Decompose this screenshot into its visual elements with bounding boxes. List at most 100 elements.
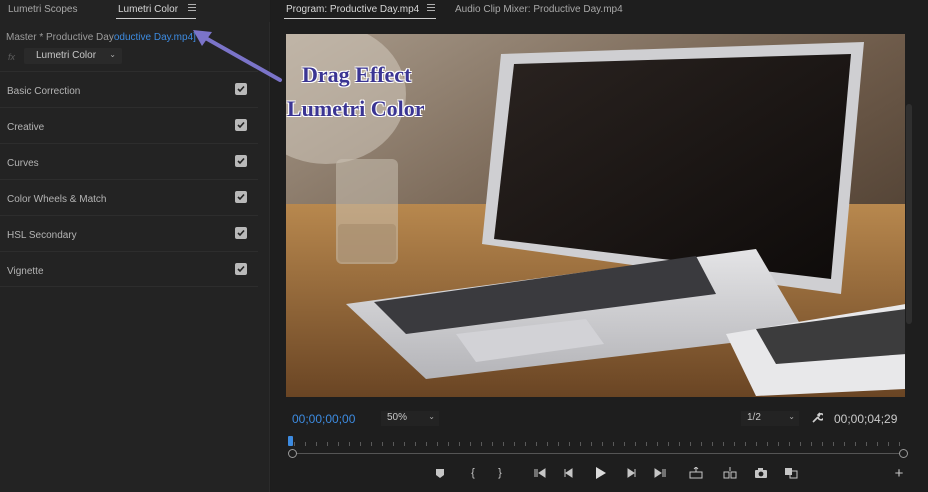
ruler-tick xyxy=(294,442,295,446)
ruler-tick xyxy=(580,442,581,446)
ruler-tick xyxy=(624,442,625,446)
ruler-tick xyxy=(492,442,493,446)
ruler-tick xyxy=(536,442,537,446)
ruler-tick xyxy=(712,442,713,446)
ruler-tick xyxy=(833,442,834,446)
ruler-tick xyxy=(349,442,350,446)
resolution-dropdown[interactable]: 1/2 ⌄ xyxy=(741,411,799,426)
ruler-tick xyxy=(613,442,614,446)
enable-checkbox[interactable] xyxy=(235,119,247,131)
fx-icon[interactable]: fx xyxy=(8,52,15,62)
ruler-tick xyxy=(866,442,867,446)
section-creative[interactable]: Creative xyxy=(0,107,258,143)
section-label: Color Wheels & Match xyxy=(7,194,107,205)
enable-checkbox[interactable] xyxy=(235,191,247,203)
zoom-value: 50% xyxy=(387,412,408,423)
ruler-tick xyxy=(503,442,504,446)
tab-audio-clip-mixer[interactable]: Audio Clip Mixer: Productive Day.mp4 xyxy=(455,4,623,15)
master-prefix: Master * Productive Day xyxy=(6,32,114,43)
section-label: Creative xyxy=(7,122,45,133)
section-label: Basic Correction xyxy=(7,86,81,97)
wrench-icon[interactable] xyxy=(811,412,825,424)
ruler-tick xyxy=(811,442,812,446)
tab-lumetri-scopes[interactable]: Lumetri Scopes xyxy=(8,4,77,15)
ruler-tick xyxy=(569,442,570,446)
ruler-tick xyxy=(888,442,889,446)
monitor-tab-bar: Program: Productive Day.mp4 Audio Clip M… xyxy=(271,0,928,22)
enable-checkbox[interactable] xyxy=(235,155,247,167)
compare-view-icon[interactable] xyxy=(783,466,799,480)
panel-tab-bar: Lumetri Scopes Lumetri Color xyxy=(0,0,270,22)
chevron-down-icon: ⌄ xyxy=(109,50,116,59)
go-to-out-icon[interactable] xyxy=(652,466,668,480)
enable-checkbox[interactable] xyxy=(235,227,247,239)
step-back-icon[interactable] xyxy=(561,466,577,480)
ruler-tick xyxy=(591,442,592,446)
ruler-tick xyxy=(415,442,416,446)
ruler-tick xyxy=(734,442,735,446)
ruler-tick xyxy=(756,442,757,446)
zoom-handle-right[interactable] xyxy=(899,449,908,458)
ruler-tick xyxy=(470,442,471,446)
annotation-line-2: Lumetri Color xyxy=(287,96,425,121)
ruler-tick xyxy=(547,442,548,446)
annotation-line-1: Drag Effect xyxy=(302,62,412,87)
mark-in-icon[interactable]: { xyxy=(465,466,481,480)
chevron-down-icon: ⌄ xyxy=(788,412,795,421)
section-label: HSL Secondary xyxy=(7,230,77,241)
clip-name-link[interactable]: oductive Day.mp4 xyxy=(114,32,193,43)
tab-program[interactable]: Program: Productive Day.mp4 xyxy=(286,4,419,15)
section-hsl-secondary[interactable]: HSL Secondary xyxy=(0,215,258,251)
ruler-tick xyxy=(679,442,680,446)
ruler-tick xyxy=(657,442,658,446)
video-preview[interactable] xyxy=(286,34,905,397)
master-clip-label: Master * Productive Dayoductive Day.mp4] xyxy=(6,32,196,43)
ruler-tick xyxy=(514,442,515,446)
ruler-tick xyxy=(316,442,317,446)
panel-menu-icon[interactable] xyxy=(188,4,196,12)
vertical-scrollbar[interactable] xyxy=(906,104,912,324)
active-tab-indicator xyxy=(284,18,436,19)
playhead[interactable] xyxy=(288,436,293,446)
zoom-handle-left[interactable] xyxy=(288,449,297,458)
duration-timecode: 00;00;04;29 xyxy=(834,412,898,426)
ruler-tick xyxy=(360,442,361,446)
ruler-tick xyxy=(844,442,845,446)
zoom-dropdown[interactable]: 50% ⌄ xyxy=(381,411,439,426)
ruler-tick xyxy=(800,442,801,446)
export-frame-icon[interactable] xyxy=(753,466,769,480)
ruler-tick xyxy=(426,442,427,446)
tab-lumetri-color[interactable]: Lumetri Color xyxy=(118,4,178,15)
ruler-tick xyxy=(789,442,790,446)
lift-icon[interactable] xyxy=(688,466,704,480)
zoom-scroll-bar[interactable] xyxy=(293,453,901,454)
play-icon[interactable] xyxy=(592,466,608,480)
ruler-tick xyxy=(822,442,823,446)
time-ruler[interactable] xyxy=(286,436,905,450)
step-forward-icon[interactable] xyxy=(623,466,639,480)
section-curves[interactable]: Curves xyxy=(0,143,258,179)
section-vignette[interactable]: Vignette xyxy=(0,251,258,287)
section-label: Vignette xyxy=(7,266,44,277)
extract-icon[interactable] xyxy=(722,466,738,480)
ruler-tick xyxy=(635,442,636,446)
ruler-tick xyxy=(767,442,768,446)
current-timecode[interactable]: 00;00;00;00 xyxy=(292,412,355,426)
go-to-in-icon[interactable] xyxy=(532,466,548,480)
ruler-tick xyxy=(459,442,460,446)
ruler-tick xyxy=(393,442,394,446)
add-button-icon[interactable]: + xyxy=(891,465,907,482)
ruler-tick xyxy=(602,442,603,446)
ruler-tick xyxy=(701,442,702,446)
ruler-tick xyxy=(877,442,878,446)
effect-dropdown[interactable]: Lumetri Color ⌄ xyxy=(24,48,122,64)
ruler-tick xyxy=(448,442,449,446)
monitor-menu-icon[interactable] xyxy=(427,4,435,12)
ruler-tick xyxy=(525,442,526,446)
annotation-arrow-icon xyxy=(193,30,282,82)
add-marker-icon[interactable] xyxy=(432,466,448,480)
enable-checkbox[interactable] xyxy=(235,263,247,275)
section-color-wheels-match[interactable]: Color Wheels & Match xyxy=(0,179,258,215)
ruler-tick xyxy=(723,442,724,446)
mark-out-icon[interactable]: } xyxy=(492,466,508,480)
